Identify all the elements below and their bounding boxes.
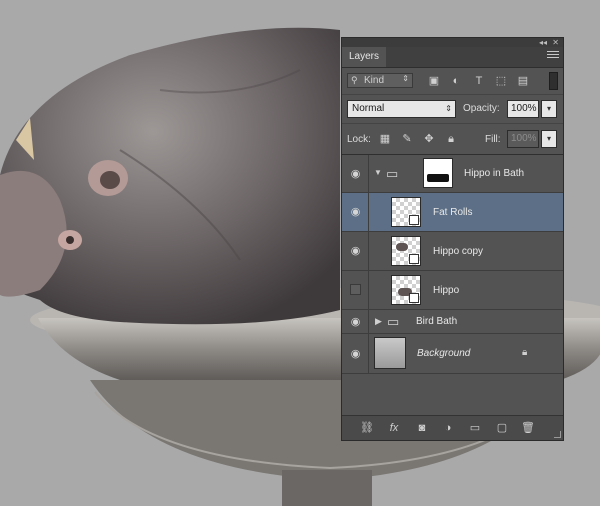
- layer-name[interactable]: Hippo: [433, 285, 459, 296]
- lock-position-icon[interactable]: ✥: [423, 133, 435, 145]
- fill-field[interactable]: 100%: [507, 130, 539, 148]
- layer-thumbnail[interactable]: [391, 275, 421, 305]
- opacity-label: Opacity:: [463, 103, 500, 114]
- search-icon: ⚲: [351, 75, 358, 85]
- panel-bottom-toolbar: ⛓ fx ◙ ◑ ▭ ▢ 🗑︎: [342, 415, 563, 440]
- group-mask-thumbnail[interactable]: [423, 158, 453, 188]
- lock-transparency-icon[interactable]: ▦: [379, 133, 391, 145]
- smart-object-badge-icon: [409, 215, 419, 225]
- adjustment-layer-icon[interactable]: ◑: [441, 422, 455, 434]
- visibility-toggle[interactable]: ◉: [342, 310, 369, 333]
- layer-name[interactable]: Hippo in Bath: [464, 168, 524, 179]
- eye-icon: ◉: [350, 315, 361, 328]
- smart-object-badge-icon: [409, 293, 419, 303]
- disclosure-open-icon[interactable]: ▼: [374, 168, 382, 177]
- layers-panel: ◂◂ ✕ Layers ⚲ Kind ⇕ ▣ ◐ T ⬚ ▤ Normal ⇕ …: [341, 37, 564, 441]
- stepper-icon: ⇕: [445, 104, 452, 113]
- lock-image-icon[interactable]: ✎: [401, 133, 413, 145]
- new-layer-icon[interactable]: ▢: [495, 422, 509, 434]
- layer-row-hippo-in-bath[interactable]: ◉ ▼ ▭ Hippo in Bath: [342, 155, 563, 193]
- layer-row-hippo[interactable]: Hippo: [342, 271, 563, 310]
- layer-name[interactable]: Fat Rolls: [433, 207, 472, 218]
- filter-toggle[interactable]: [549, 72, 558, 90]
- panel-topbar[interactable]: ◂◂ ✕: [342, 38, 563, 47]
- close-icon[interactable]: ✕: [552, 38, 559, 47]
- layer-thumbnail[interactable]: [391, 197, 421, 227]
- blend-row: Normal ⇕ Opacity: 100% ▾: [342, 95, 563, 124]
- layer-filter-row: ⚲ Kind ⇕ ▣ ◐ T ⬚ ▤: [342, 68, 563, 95]
- disclosure-closed-icon[interactable]: ▶: [375, 316, 382, 327]
- link-layers-icon[interactable]: ⛓: [360, 422, 374, 434]
- layer-thumbnail[interactable]: [374, 337, 406, 369]
- eye-icon: ◉: [350, 206, 361, 218]
- eye-icon: ◉: [350, 347, 361, 360]
- resize-grip[interactable]: [554, 431, 561, 438]
- layer-row-bird-bath[interactable]: ◉ ▶ ▭ Bird Bath: [342, 310, 563, 334]
- fill-label: Fill:: [485, 134, 501, 145]
- fx-icon[interactable]: fx: [387, 422, 401, 434]
- visibility-toggle[interactable]: ◉: [342, 155, 369, 192]
- adjustment-filter-icon[interactable]: ◐: [450, 75, 462, 87]
- folder-icon: ▭: [387, 314, 400, 329]
- hidden-box-icon: [350, 284, 361, 295]
- lock-label: Lock:: [347, 134, 371, 145]
- eye-icon: ◉: [350, 245, 361, 257]
- lock-icon: 🔒︎: [522, 347, 528, 358]
- layer-name[interactable]: Hippo copy: [433, 246, 483, 257]
- smart-object-badge-icon: [409, 254, 419, 264]
- layer-thumbnail[interactable]: [391, 236, 421, 266]
- type-filter-icon[interactable]: T: [473, 75, 485, 87]
- image-filter-icon[interactable]: ▣: [428, 75, 440, 87]
- visibility-toggle[interactable]: ◉: [342, 193, 369, 231]
- new-group-icon[interactable]: ▭: [468, 422, 482, 434]
- blend-mode-select[interactable]: Normal ⇕: [347, 100, 456, 118]
- visibility-toggle[interactable]: ◉: [342, 334, 369, 373]
- opacity-field[interactable]: 100%: [507, 100, 539, 118]
- visibility-toggle[interactable]: ◉: [342, 232, 369, 270]
- layer-row-hippo-copy[interactable]: ◉ Hippo copy: [342, 232, 563, 271]
- layer-row-fat-rolls[interactable]: ◉ Fat Rolls: [342, 193, 563, 232]
- layer-name[interactable]: Background: [417, 348, 470, 359]
- collapse-icon[interactable]: ◂◂: [539, 38, 547, 47]
- panel-tab-row: Layers: [342, 47, 563, 68]
- panel-menu-icon[interactable]: [547, 51, 559, 61]
- eye-icon: ◉: [350, 167, 361, 180]
- delete-icon[interactable]: 🗑︎: [521, 422, 535, 434]
- lock-row: Lock: ▦ ✎ ✥ 🔒︎ Fill: 100% ▾: [342, 124, 563, 155]
- layer-row-background[interactable]: ◉ Background 🔒︎: [342, 334, 563, 374]
- lock-all-icon[interactable]: 🔒︎: [445, 133, 457, 145]
- add-mask-icon[interactable]: ◙: [415, 422, 429, 434]
- shape-filter-icon[interactable]: ⬚: [495, 75, 507, 87]
- filter-kind-select[interactable]: ⚲ Kind ⇕: [347, 73, 413, 88]
- folder-icon: ▭: [386, 166, 399, 181]
- opacity-dropdown-button[interactable]: ▾: [541, 100, 557, 118]
- tab-layers[interactable]: Layers: [342, 47, 387, 67]
- stepper-icon: ⇕: [402, 74, 409, 83]
- smart-object-filter-icon[interactable]: ▤: [517, 75, 529, 87]
- fill-dropdown-button[interactable]: ▾: [541, 130, 557, 148]
- layer-name[interactable]: Bird Bath: [416, 316, 457, 327]
- visibility-toggle[interactable]: [342, 271, 369, 309]
